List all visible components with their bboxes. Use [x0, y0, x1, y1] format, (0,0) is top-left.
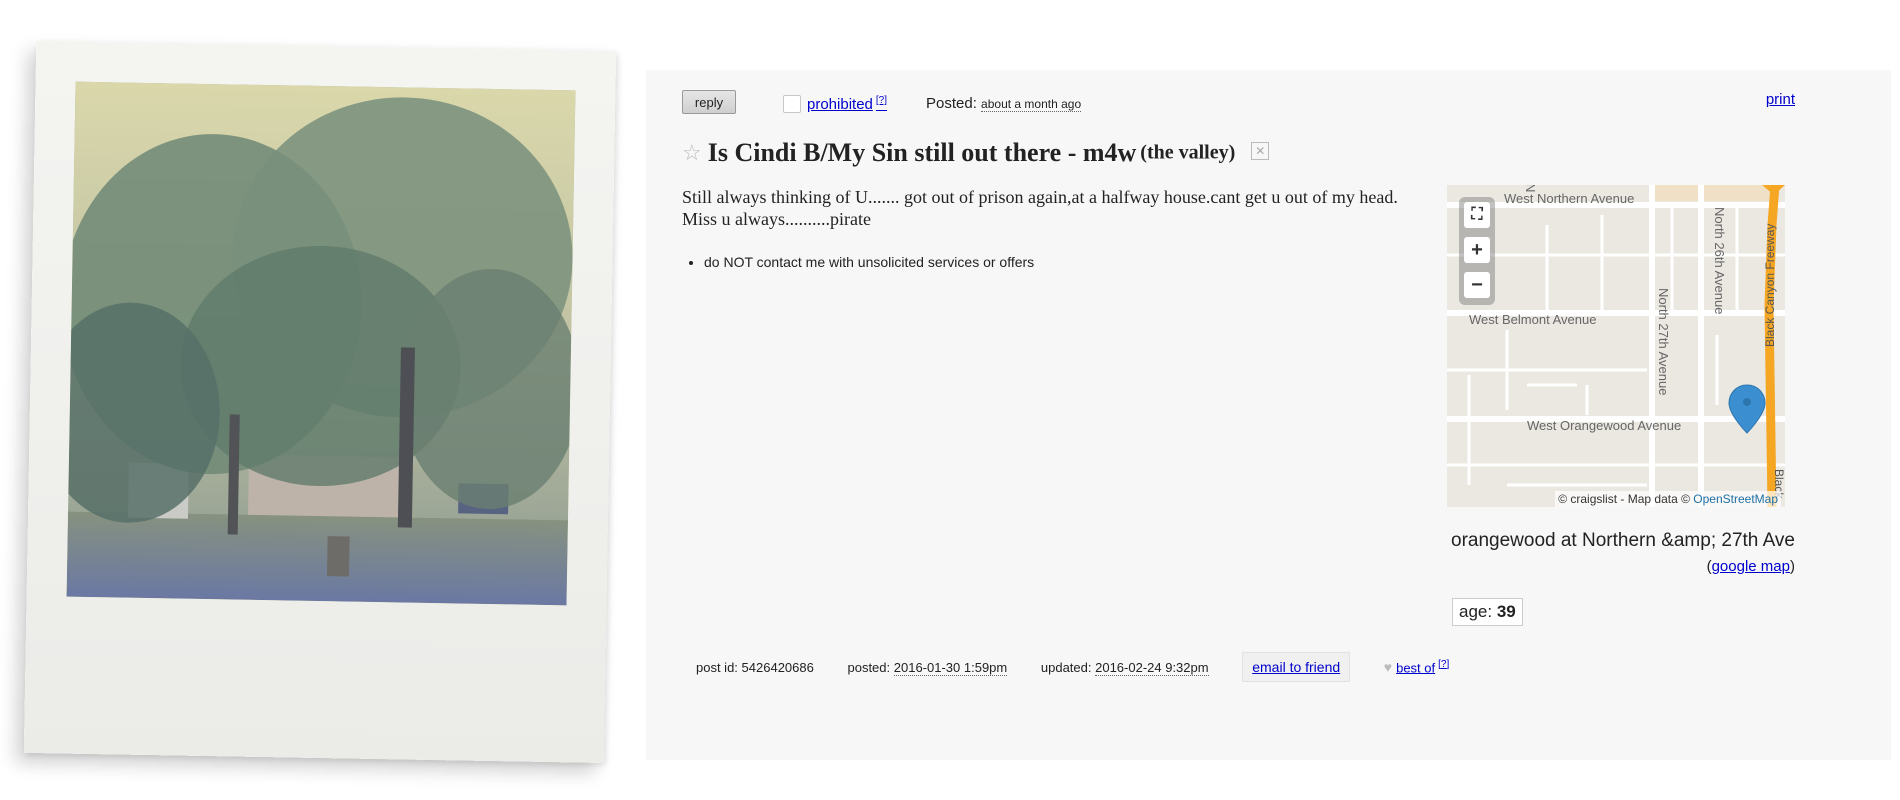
street-label-northern: West Northern Avenue [1504, 191, 1635, 206]
street-label-n: N [1523, 185, 1538, 193]
map-attribution-text: © craigslist - Map data © [1558, 492, 1690, 506]
posted-info: Posted: about a month ago [926, 95, 1082, 112]
age-value: 39 [1496, 602, 1516, 621]
hide-posting-icon[interactable]: ✕ [1251, 142, 1270, 160]
title-text: Is Cindi B/My Sin still out there - m4w [707, 138, 1137, 167]
map-location: orangewood at Northern &amp; 27th Ave [1451, 530, 1795, 551]
map-controls: ⛶ + − [1459, 197, 1495, 305]
email-to-friend-button[interactable]: email to friend [1242, 652, 1351, 682]
post-id: post id: 5426420686 [696, 660, 814, 675]
tree-photo-image [66, 81, 576, 606]
age-attribute: age: 39 [1452, 598, 1523, 626]
street-label-27th: North 27th Avenue [1656, 288, 1671, 396]
updated-date: updated: 2016-02-24 9:32pm [1040, 659, 1209, 676]
print-link[interactable]: print [1766, 91, 1795, 108]
updated-date-value: 2016-02-24 9:32pm [1095, 659, 1209, 676]
best-of-link[interactable]: best of [1396, 660, 1435, 675]
posted-date: posted: 2016-01-30 1:59pm [847, 659, 1008, 676]
posting-footer: post id: 5426420686 posted: 2016-01-30 1… [696, 652, 1479, 682]
title-location: (the valley) [1140, 141, 1236, 164]
google-map-wrapper: (google map) [1706, 558, 1795, 575]
google-map-link[interactable]: google map [1712, 558, 1790, 575]
street-label-26th: North 26th Avenue [1712, 207, 1727, 315]
osm-link[interactable]: OpenStreetMap [1693, 492, 1778, 506]
street-label-belmont: West Belmont Avenue [1469, 312, 1597, 327]
age-label: age: [1459, 602, 1493, 621]
posting-title: ☆ Is Cindi B/My Sin still out there - m4w… [682, 138, 1270, 168]
posted-ago: about a month ago [981, 97, 1082, 112]
map-attribution: © craigslist - Map data © OpenStreetMap [1555, 491, 1781, 507]
posted-date-value: 2016-01-30 1:59pm [893, 659, 1008, 676]
tree-photo [66, 81, 576, 606]
heart-icon: ♥ [1383, 659, 1393, 676]
street-label-orangewood: West Orangewood Avenue [1527, 418, 1682, 433]
best-of: ♥ best of [?] [1384, 659, 1449, 675]
updated-date-label: updated: [1040, 659, 1092, 675]
flag-checkbox[interactable] [783, 95, 801, 113]
post-id-label: post id: [696, 659, 738, 675]
zoom-in-icon[interactable]: + [1464, 237, 1490, 263]
posted-label: Posted: [926, 95, 977, 112]
map-tiles [1447, 185, 1785, 507]
location-map[interactable]: West Northern Avenue West Belmont Avenue… [1447, 185, 1785, 507]
street-label-freeway: Black Canyon Freeway [1763, 223, 1777, 347]
prohibited-link[interactable]: prohibited [?] [807, 95, 887, 113]
fullscreen-icon[interactable]: ⛶ [1464, 202, 1490, 228]
zoom-out-icon[interactable]: − [1464, 272, 1490, 298]
notice-item: do NOT contact me with unsolicited servi… [704, 254, 1034, 270]
posting-body: Still always thinking of U....... got ou… [682, 187, 1398, 229]
best-of-help-link[interactable]: [?] [1438, 659, 1449, 670]
prohibited-help-link[interactable]: [?] [876, 95, 887, 106]
polaroid-photo [23, 40, 617, 764]
prohibited-label[interactable]: prohibited [807, 96, 873, 113]
reply-button[interactable]: reply [682, 90, 736, 114]
posted-date-label: posted: [847, 659, 891, 675]
listing-panel: reply prohibited [?] Posted: about a mont… [646, 70, 1891, 760]
notices-list: do NOT contact me with unsolicited servi… [682, 254, 1034, 270]
post-id-value: 5426420686 [741, 659, 814, 675]
favorite-star-icon[interactable]: ☆ [682, 140, 702, 165]
